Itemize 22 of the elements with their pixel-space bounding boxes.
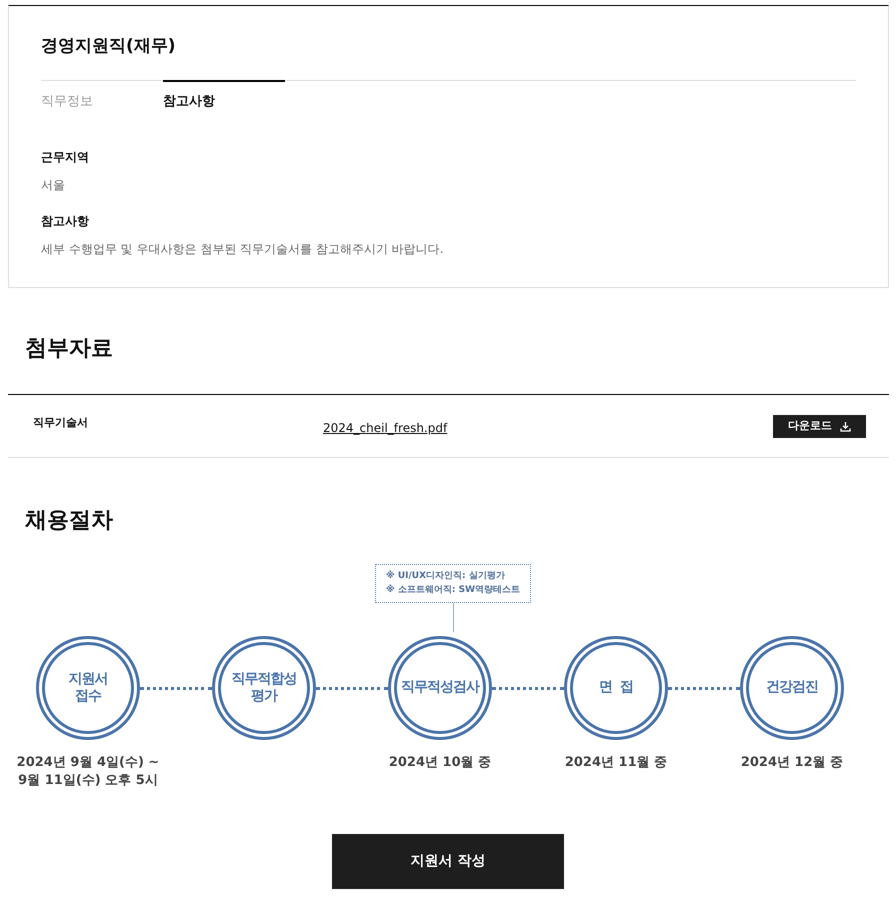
field-heading: 참고사항 [41,212,90,230]
step-label: 지원서 접수 [68,670,108,706]
attachment-name: 직무기술서 [33,415,89,431]
field-text: 세부 수행업무 및 우대사항은 첨부된 직무기술서를 참고해주시기 바랍니다. [41,240,445,258]
field-text: 서울 [41,176,66,194]
job-title: 경영지원직(재무) [41,36,177,56]
step-label: 건강검진 [766,679,818,697]
step-label: 직무적성검사 [401,679,479,697]
note-box: ※ UI/UX디자인직: 실기평가 ※ 소프트웨어직: SW역량테스트 [374,564,532,603]
field-heading: 근무지역 [41,148,90,166]
step-date: 2024년 12월 중 [740,754,844,772]
step-date: 2024년 10월 중 [388,754,492,772]
step-date: 2024년 9월 4일(수) ~ 9월 11일(수) 오후 5시 [16,754,160,790]
step-label: 직무적합성 평가 [232,670,296,706]
download-button[interactable]: 다운로드 [773,415,866,438]
section-title: 첨부자료 [25,336,114,363]
tab[interactable]: 참고사항 [163,80,285,112]
step-date: 2024년 11월 중 [564,754,668,772]
step-label: 면 접 [599,679,633,697]
file-link[interactable]: 2024_cheil_fresh.pdf [323,419,448,437]
section-title: 채용절차 [25,508,114,535]
apply-button[interactable]: 지원서 작성 [332,834,564,889]
